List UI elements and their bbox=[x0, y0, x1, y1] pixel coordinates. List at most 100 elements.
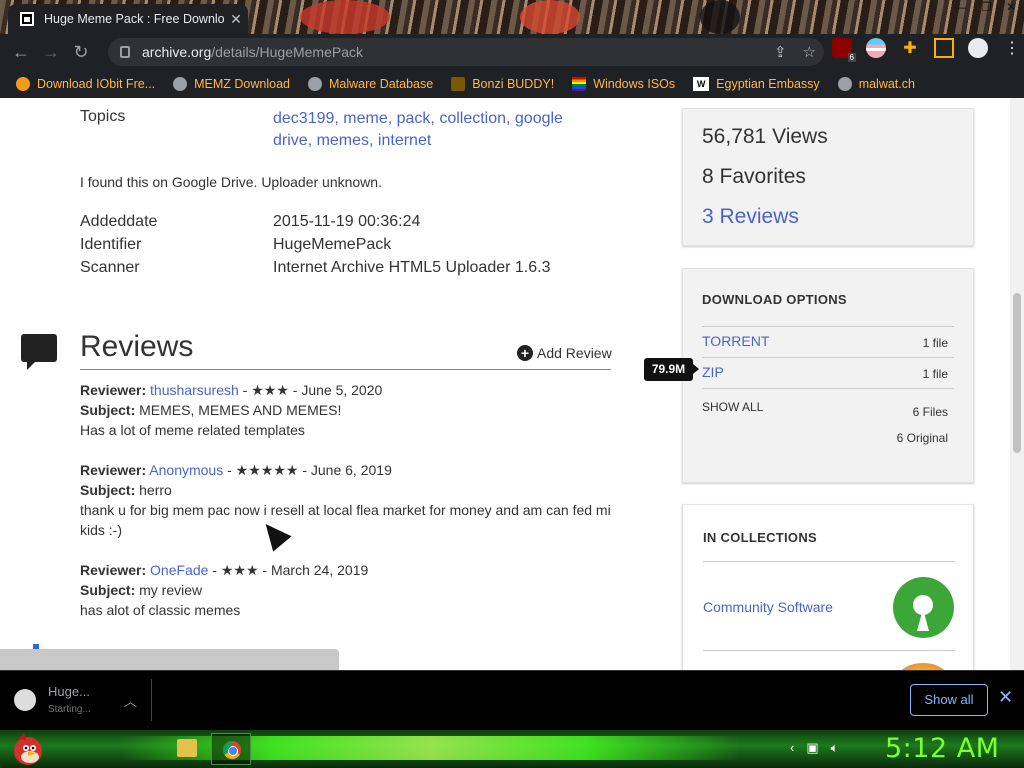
status-bubble bbox=[0, 649, 339, 670]
identifier-value: HugeMemePack bbox=[273, 236, 392, 253]
total-files: 6 Files bbox=[912, 405, 948, 419]
taskbar: ‹ ▣ 🔈︎ 5:12 AM bbox=[0, 730, 1024, 768]
rainbow-flag-icon bbox=[572, 77, 587, 91]
topic-link[interactable]: internet bbox=[378, 132, 431, 149]
review-item: Reviewer: thusharsuresh - ★★★ - June 5, … bbox=[80, 380, 620, 440]
bookmark-memz[interactable]: MEMZ Download bbox=[173, 77, 290, 91]
scrollbar-thumb[interactable] bbox=[1013, 293, 1021, 453]
collections-box: IN COLLECTIONS Community Software bbox=[682, 504, 974, 670]
download-shelf: Huge... Starting... ︿ Show all ✕ bbox=[0, 670, 1024, 730]
share-icon[interactable]: ⇪ bbox=[774, 43, 787, 61]
bookmarks-bar: Download IObit Fre... MEMZ Download Malw… bbox=[0, 70, 1024, 98]
download-row-show-all: SHOW ALL 6 Files 6 Original bbox=[702, 388, 954, 468]
download-row-torrent: TORRENT 1 file bbox=[702, 326, 954, 357]
topic-link[interactable]: meme bbox=[343, 110, 387, 127]
url-path: /details/HugeMemePack bbox=[211, 44, 364, 60]
window-title-bar: Huge Meme Pack : Free Downloa ✕ — ❐ ✕ bbox=[0, 0, 1024, 34]
archive-favicon bbox=[20, 12, 34, 26]
menu-kebab-icon[interactable]: ⋮ bbox=[1002, 38, 1022, 58]
lock-icon[interactable] bbox=[120, 46, 130, 58]
topic-link[interactable]: collection bbox=[439, 110, 506, 127]
download-status: Starting... bbox=[48, 704, 91, 715]
bonzi-icon bbox=[451, 77, 466, 91]
chrome-icon bbox=[223, 741, 241, 759]
bookmark-malware-database[interactable]: Malware Database bbox=[307, 77, 433, 91]
topic-link[interactable]: pack bbox=[397, 110, 431, 127]
bookmark-iobit[interactable]: Download IObit Fre... bbox=[16, 77, 155, 91]
show-all-downloads-button[interactable]: Show all bbox=[910, 684, 988, 716]
review-stars: ★★★★★ bbox=[235, 462, 299, 478]
review-subject: herro bbox=[139, 482, 172, 498]
zip-link[interactable]: ZIP bbox=[702, 364, 724, 380]
extension-badge: 6 bbox=[847, 53, 856, 62]
flag-extension-icon[interactable] bbox=[866, 38, 886, 58]
torrent-link[interactable]: TORRENT bbox=[702, 333, 769, 349]
scanner-value: Internet Archive HTML5 Uploader 1.6.3 bbox=[273, 259, 551, 276]
review-date: June 6, 2019 bbox=[310, 462, 392, 478]
review-date: June 5, 2020 bbox=[301, 382, 383, 398]
plus-circle-icon: + bbox=[517, 345, 533, 361]
torrent-file-count: 1 file bbox=[922, 336, 948, 350]
address-bar[interactable]: archive.org/details/HugeMemePack ⇪ ☆ bbox=[108, 38, 824, 66]
reviews-divider bbox=[80, 369, 611, 370]
item-stats-box: 56,781 Views 8 Favorites 3 Reviews bbox=[682, 108, 974, 246]
file-explorer-icon[interactable] bbox=[177, 739, 197, 757]
show-all-link[interactable]: SHOW ALL bbox=[702, 400, 763, 414]
bookmark-bonzi-buddy[interactable]: Bonzi BUDDY! bbox=[451, 77, 554, 91]
reload-icon[interactable]: ↻ bbox=[66, 37, 96, 67]
collection-link[interactable]: Community Software bbox=[703, 599, 833, 615]
restore-icon[interactable]: ❐ bbox=[981, 0, 992, 18]
globe-icon bbox=[173, 77, 188, 91]
download-options-box: DOWNLOAD OPTIONS TORRENT 1 file ZIP 1 fi… bbox=[682, 268, 974, 483]
collections-heading: IN COLLECTIONS bbox=[703, 530, 817, 545]
tab-close-icon[interactable]: ✕ bbox=[224, 11, 248, 28]
identifier-label: Identifier bbox=[80, 236, 142, 253]
download-item[interactable]: Huge... Starting... ︿ bbox=[12, 679, 152, 721]
minimize-icon[interactable]: — bbox=[955, 0, 967, 18]
zip-file-count: 1 file bbox=[922, 367, 948, 381]
reviews-count-link[interactable]: 3 Reviews bbox=[702, 205, 799, 229]
reviewer-link[interactable]: Anonymous bbox=[149, 462, 223, 478]
bookmark-star-icon[interactable]: ☆ bbox=[803, 43, 816, 61]
globe-icon bbox=[307, 77, 322, 91]
network-icon[interactable]: ▣ bbox=[806, 740, 818, 756]
open-source-keyhole-icon[interactable] bbox=[893, 577, 954, 638]
ublock-extension-icon[interactable]: 6 bbox=[832, 38, 856, 62]
puzzle-extensions-icon[interactable]: ✚ bbox=[900, 38, 920, 58]
browser-toolbar: ← → ↻ archive.org/details/HugeMemePack ⇪… bbox=[0, 34, 1024, 70]
item-description: I found this on Google Drive. Uploader u… bbox=[80, 174, 382, 190]
forward-icon[interactable]: → bbox=[36, 37, 66, 67]
page-scrollbar[interactable] bbox=[1010, 98, 1024, 670]
profile-avatar[interactable] bbox=[968, 38, 988, 58]
wix-icon: W bbox=[693, 77, 710, 91]
reviewer-link[interactable]: OneFade bbox=[150, 562, 208, 578]
scanner-label: Scanner bbox=[80, 259, 140, 276]
bookmark-egyptian-embassy[interactable]: W Egyptian Embassy bbox=[693, 77, 820, 91]
taskbar-clock[interactable]: 5:12 AM bbox=[885, 733, 999, 764]
taskbar-chrome-button[interactable] bbox=[211, 733, 251, 765]
addeddate-value: 2015-11-19 00:36:24 bbox=[273, 213, 421, 230]
bookmark-windows-isos[interactable]: Windows ISOs bbox=[572, 77, 675, 91]
tray-chevron-icon[interactable]: ‹ bbox=[790, 740, 794, 756]
review-stars: ★★★ bbox=[220, 562, 259, 578]
topic-link[interactable]: memes bbox=[317, 132, 369, 149]
topic-link[interactable]: dec3199 bbox=[273, 110, 334, 127]
file-icon bbox=[14, 689, 36, 711]
sidebar-icon[interactable] bbox=[934, 38, 954, 58]
back-icon[interactable]: ← bbox=[6, 37, 36, 67]
reviews-heading: Reviews bbox=[80, 330, 194, 363]
volume-icon[interactable]: 🔈︎ bbox=[831, 740, 839, 756]
close-window-icon[interactable]: ✕ bbox=[1006, 0, 1016, 18]
review-date: March 24, 2019 bbox=[270, 562, 369, 578]
collections-divider bbox=[703, 650, 955, 651]
collection-thumbnail[interactable] bbox=[898, 663, 948, 670]
add-review-button[interactable]: + Add Review bbox=[517, 345, 612, 361]
close-shelf-icon[interactable]: ✕ bbox=[998, 687, 1013, 708]
collections-divider bbox=[703, 561, 955, 562]
angry-bird-start-icon[interactable] bbox=[8, 731, 46, 767]
review-body: thank u for big mem pac now i resell at … bbox=[80, 502, 611, 538]
bookmark-malwatch[interactable]: malwat.ch bbox=[837, 77, 915, 91]
reviewer-link[interactable]: thusharsuresh bbox=[150, 382, 239, 398]
chevron-up-icon[interactable]: ︿ bbox=[124, 691, 137, 710]
browser-tab[interactable]: Huge Meme Pack : Free Downloa ✕ bbox=[8, 4, 248, 34]
